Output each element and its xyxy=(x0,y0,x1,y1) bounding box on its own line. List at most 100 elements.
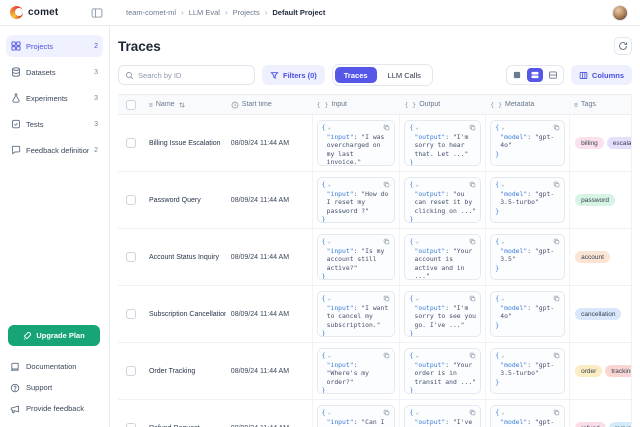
json-preview-metadata[interactable]: {⌄"model": "gpt-3.5-turbo"} xyxy=(490,177,565,223)
copy-icon[interactable] xyxy=(469,181,476,188)
density-small-icon[interactable] xyxy=(509,68,525,82)
breadcrumb-item-llm-eval[interactable]: LLM Eval xyxy=(189,8,220,17)
row-checkbox[interactable] xyxy=(126,252,136,262)
trace-name[interactable]: Password Query xyxy=(144,172,226,228)
json-preview-input[interactable]: {⌄"input": "Where's my order?"} xyxy=(317,348,396,394)
copy-icon[interactable] xyxy=(469,295,476,302)
upgrade-plan-button[interactable]: Upgrade Plan xyxy=(8,325,100,346)
sort-icon[interactable] xyxy=(178,101,186,109)
tag-tracking[interactable]: tracking xyxy=(605,365,631,377)
copy-icon[interactable] xyxy=(383,181,390,188)
trace-row-account-status-inquiry[interactable]: Account Status Inquiry08/09/24 11:44 AM{… xyxy=(118,229,631,286)
density-medium-icon[interactable] xyxy=(527,68,543,82)
tag-account[interactable]: account xyxy=(575,251,610,263)
copy-icon[interactable] xyxy=(383,409,390,416)
tab-llm-calls[interactable]: LLM Calls xyxy=(379,67,430,83)
json-preview-metadata[interactable]: {⌄"model": "gpt-4o"} xyxy=(490,120,565,166)
json-preview-input[interactable]: {⌄"input": "I was overcharged on my last… xyxy=(317,120,396,166)
refresh-button[interactable] xyxy=(614,37,632,55)
tag-password[interactable]: password xyxy=(575,194,615,206)
column-header-name[interactable]: ≡ Name xyxy=(144,101,226,109)
tag-request[interactable]: request xyxy=(609,422,631,427)
breadcrumb-item-default-project[interactable]: Default Project xyxy=(272,8,325,17)
row-checkbox[interactable] xyxy=(126,423,136,427)
search-input[interactable] xyxy=(138,71,248,80)
json-preview-output[interactable]: {⌄"output": "I'm sorry to hear that. Let… xyxy=(404,120,481,166)
copy-icon[interactable] xyxy=(469,352,476,359)
trace-row-refund-request[interactable]: Refund Request08/09/24 11:44 AM{⌄"input"… xyxy=(118,400,631,427)
copy-icon[interactable] xyxy=(383,295,390,302)
column-header-input[interactable]: { } Input xyxy=(312,101,400,109)
tag-refund[interactable]: refund xyxy=(575,422,605,427)
json-preview-input[interactable]: {⌄"input": "How do I reset my password ?… xyxy=(317,177,396,223)
breadcrumb-item-projects[interactable]: Projects xyxy=(233,8,260,17)
trace-row-billing-issue-escalation[interactable]: Billing Issue Escalation08/09/24 11:44 A… xyxy=(118,115,631,172)
copy-icon[interactable] xyxy=(469,124,476,131)
trace-row-order-tracking[interactable]: Order Tracking08/09/24 11:44 AM{⌄"input"… xyxy=(118,343,631,400)
trace-name[interactable]: Subscription Cancellation xyxy=(144,286,226,342)
row-checkbox[interactable] xyxy=(126,195,136,205)
sidebar-item-documentation[interactable]: Documentation xyxy=(6,356,103,377)
filters-button[interactable]: Filters (0) xyxy=(262,65,325,85)
sidebar-item-feedback-definitions[interactable]: Feedback definitions2 xyxy=(6,139,103,161)
copy-icon[interactable] xyxy=(553,295,560,302)
density-large-icon[interactable] xyxy=(545,68,561,82)
column-header-start-time[interactable]: Start time xyxy=(226,101,312,109)
json-preview-input[interactable]: {⌄"input": "I want to cancel my subscrip… xyxy=(317,291,396,337)
trace-row-subscription-cancellation[interactable]: Subscription Cancellation08/09/24 11:44 … xyxy=(118,286,631,343)
sidebar-item-datasets[interactable]: Datasets3 xyxy=(6,61,103,83)
user-avatar[interactable] xyxy=(612,5,628,21)
json-preview-metadata[interactable]: {⌄"model": "gpt-3.5"} xyxy=(490,405,565,427)
trace-tags: password xyxy=(569,172,631,228)
sidebar-item-support[interactable]: Support xyxy=(6,377,103,398)
breadcrumb-item-team-comet-ml[interactable]: team-comet-ml xyxy=(126,8,176,17)
chevron-right-icon: › xyxy=(225,8,228,17)
json-preview-metadata[interactable]: {⌄"model": "gpt-4o"} xyxy=(490,291,565,337)
copy-icon[interactable] xyxy=(553,409,560,416)
trace-name[interactable]: Account Status Inquiry xyxy=(144,229,226,285)
copy-icon[interactable] xyxy=(383,238,390,245)
chevron-down-icon: ⌄ xyxy=(415,295,419,302)
json-preview-output[interactable]: {⌄"output": "I'm sorry to see you go. I'… xyxy=(404,291,481,337)
trace-row-password-query[interactable]: Password Query08/09/24 11:44 AM{⌄"input"… xyxy=(118,172,631,229)
column-header-tags[interactable]: ≡ Tags xyxy=(569,101,631,109)
json-preview-output[interactable]: {⌄"output": "ou can reset it by clicking… xyxy=(404,177,481,223)
sidebar-item-provide-feedback[interactable]: Provide feedback xyxy=(6,398,103,419)
tag-billing[interactable]: billing xyxy=(575,137,604,149)
trace-name[interactable]: Refund Request xyxy=(144,400,226,427)
json-preview-output[interactable]: {⌄"output": "I've submitted your refund … xyxy=(404,405,481,427)
copy-icon[interactable] xyxy=(383,124,390,131)
row-checkbox[interactable] xyxy=(126,138,136,148)
json-preview-metadata[interactable]: {⌄"model": "gpt-3.5-turbo"} xyxy=(490,348,565,394)
columns-button[interactable]: Columns xyxy=(571,65,632,85)
copy-icon[interactable] xyxy=(553,124,560,131)
sidebar-collapse-icon[interactable] xyxy=(90,6,104,20)
copy-icon[interactable] xyxy=(553,352,560,359)
chevron-down-icon: ⌄ xyxy=(328,124,332,131)
column-header-metadata[interactable]: { } Metadata xyxy=(485,101,569,109)
json-preview-metadata[interactable]: {⌄"model": "gpt-3.5"} xyxy=(490,234,565,280)
trace-name[interactable]: Billing Issue Escalation xyxy=(144,115,226,171)
copy-icon[interactable] xyxy=(469,409,476,416)
json-preview-output[interactable]: {⌄"output": "Your order is in transit an… xyxy=(404,348,481,394)
tab-traces[interactable]: Traces xyxy=(335,67,377,83)
sidebar-item-experiments[interactable]: Experiments3 xyxy=(6,87,103,109)
sidebar-item-tests[interactable]: Tests3 xyxy=(6,113,103,135)
copy-icon[interactable] xyxy=(553,181,560,188)
copy-icon[interactable] xyxy=(553,238,560,245)
tag-cancellation[interactable]: cancellation xyxy=(575,308,621,320)
tag-escalation[interactable]: escalation xyxy=(607,137,631,149)
json-preview-input[interactable]: {⌄"input": "Can I get a refund for my la… xyxy=(317,405,396,427)
select-all-checkbox[interactable] xyxy=(126,100,136,110)
sidebar-item-projects[interactable]: Projects2 xyxy=(6,35,103,57)
copy-icon[interactable] xyxy=(383,352,390,359)
row-checkbox[interactable] xyxy=(126,366,136,376)
column-header-output[interactable]: { } Output xyxy=(399,101,485,109)
trace-name[interactable]: Order Tracking xyxy=(144,343,226,399)
row-checkbox[interactable] xyxy=(126,309,136,319)
tag-order[interactable]: order xyxy=(575,365,602,377)
copy-icon[interactable] xyxy=(469,238,476,245)
comet-logo[interactable]: comet xyxy=(0,6,88,19)
json-preview-input[interactable]: {⌄"input": "Is my account still active?"… xyxy=(317,234,396,280)
json-preview-output[interactable]: {⌄"output": "Your account is active and … xyxy=(404,234,481,280)
